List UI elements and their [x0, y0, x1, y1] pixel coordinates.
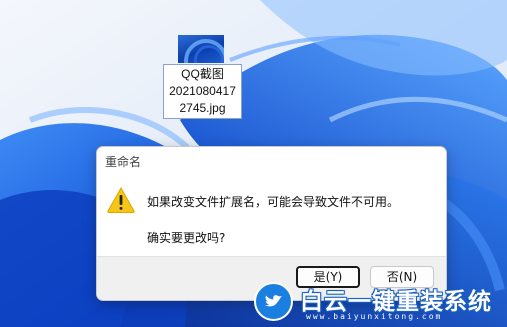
warning-icon: [107, 186, 135, 213]
file-name-line-1: QQ截图: [181, 67, 224, 81]
watermark-title: 白云一键重装系统: [300, 289, 492, 315]
rename-dialog: 重命名 如果改变文件扩展名，可能会导致文件不可用。 确实要更改吗? 是(Y) 否…: [96, 146, 447, 301]
watermark-url: www.baiyunxitong.com: [306, 312, 443, 321]
file-name-line-2: 2021080417: [169, 84, 236, 98]
bird-logo-icon: [254, 282, 293, 321]
file-name-line-3: 2745.jpg: [179, 101, 226, 115]
watermark: 白云一键重装系统 www.baiyunxitong.com: [252, 280, 507, 327]
dialog-title: 重命名: [105, 155, 142, 169]
desktop: QQ截图 2021080417 2745.jpg 重命名 如果改变文件扩展名，可…: [0, 0, 507, 327]
image-thumbnail-icon: [178, 35, 224, 63]
desktop-file-icon[interactable]: QQ截图 2021080417 2745.jpg: [163, 35, 244, 121]
dialog-message: 如果改变文件扩展名，可能会导致文件不可用。: [147, 195, 400, 209]
file-name-editbox[interactable]: QQ截图 2021080417 2745.jpg: [163, 64, 242, 119]
dialog-question: 确实要更改吗?: [147, 231, 226, 245]
